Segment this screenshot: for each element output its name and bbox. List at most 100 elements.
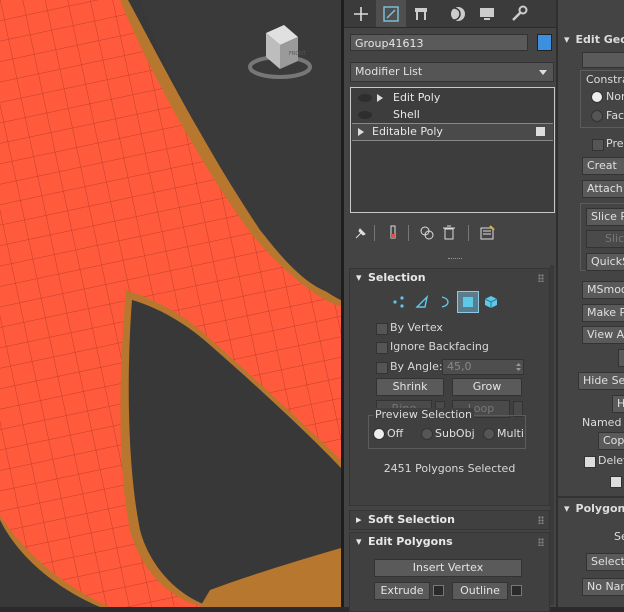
set-id-label: Se bbox=[614, 530, 624, 543]
subobject-mode-bar bbox=[388, 291, 504, 313]
copy-button[interactable]: Copy bbox=[598, 432, 624, 450]
motion-icon[interactable] bbox=[442, 0, 472, 27]
quickslice-button[interactable]: QuickS bbox=[586, 253, 624, 271]
edit-polygons-rollout-header[interactable]: ▾ Edit Polygons bbox=[350, 533, 549, 551]
preview-multi-radio[interactable] bbox=[483, 428, 495, 440]
ignore-backfacing-checkbox[interactable] bbox=[376, 342, 388, 354]
slice-plane-button[interactable]: Slice Pl bbox=[586, 208, 624, 226]
modify-icon[interactable] bbox=[376, 0, 406, 27]
element-icon[interactable] bbox=[480, 291, 502, 313]
full-interactivity-checkbox[interactable] bbox=[610, 476, 622, 488]
spinner-arrows-icon[interactable] bbox=[516, 362, 521, 372]
preview-subobj-radio[interactable] bbox=[421, 428, 433, 440]
utilities-wrench-icon[interactable] bbox=[504, 0, 534, 27]
configure-modifier-sets-icon[interactable] bbox=[478, 224, 496, 242]
perspective-viewport[interactable]: FRONT bbox=[0, 0, 341, 607]
display-icon[interactable] bbox=[472, 0, 502, 27]
by-angle-label: By Angle: bbox=[390, 360, 443, 373]
command-panel: Group41613 Modifier List Edit Poly Shell… bbox=[344, 0, 556, 612]
polygon-section-title[interactable]: ▾Polygon: bbox=[564, 502, 624, 515]
repeat-last-button[interactable] bbox=[582, 52, 624, 68]
chevron-down-icon bbox=[539, 70, 547, 75]
svg-text:FRONT: FRONT bbox=[289, 51, 307, 57]
stack-item-toggle[interactable] bbox=[536, 127, 545, 136]
mesh-render: FRONT bbox=[0, 0, 341, 607]
create-plus-icon[interactable] bbox=[346, 0, 376, 27]
modifier-stack[interactable]: Edit Poly Shell Editable Poly bbox=[350, 87, 555, 213]
by-vertex-checkbox[interactable] bbox=[376, 323, 388, 335]
selection-rollout-header[interactable]: ▾ Selection bbox=[350, 269, 549, 287]
pin-stack-icon[interactable] bbox=[352, 224, 370, 242]
stack-item-shell[interactable]: Shell bbox=[352, 107, 553, 123]
vertex-icon[interactable] bbox=[388, 291, 410, 313]
stack-item-label: Edit Poly bbox=[393, 91, 441, 104]
border-icon[interactable] bbox=[434, 291, 456, 313]
expand-triangle-icon[interactable] bbox=[377, 94, 383, 102]
soft-selection-rollout-header[interactable]: ▸ Soft Selection bbox=[350, 511, 549, 529]
polygon-icon[interactable] bbox=[457, 291, 479, 313]
shrink-button[interactable]: Shrink bbox=[376, 378, 444, 396]
msmooth-button[interactable]: MSmoot bbox=[582, 281, 624, 299]
create-button[interactable]: Creat bbox=[582, 157, 624, 175]
by-angle-checkbox[interactable] bbox=[376, 362, 388, 374]
object-name-input[interactable]: Group41613 bbox=[350, 34, 528, 51]
constraint-none-radio[interactable] bbox=[591, 91, 603, 103]
modifier-list-label: Modifier List bbox=[355, 65, 423, 78]
insert-vertex-button[interactable]: Insert Vertex bbox=[374, 559, 522, 577]
drag-handle-icon[interactable] bbox=[538, 538, 544, 546]
show-end-result-icon[interactable] bbox=[384, 224, 402, 242]
eye-icon[interactable] bbox=[358, 111, 372, 119]
stack-item-label: Shell bbox=[393, 108, 420, 121]
ignore-backfacing-label: Ignore Backfacing bbox=[390, 340, 489, 353]
drag-handle-icon[interactable] bbox=[538, 516, 544, 524]
stack-item-edit-poly[interactable]: Edit Poly bbox=[352, 90, 553, 106]
preview-subobj-label: SubObj bbox=[435, 427, 475, 440]
preview-selection-title: Preview Selection bbox=[373, 408, 475, 421]
remove-modifier-trash-icon[interactable] bbox=[440, 224, 458, 242]
collapse-minus-icon: ▾ bbox=[356, 535, 362, 548]
drag-handle-icon[interactable] bbox=[538, 274, 544, 282]
extrude-button[interactable]: Extrude bbox=[374, 582, 430, 600]
expand-triangle-icon[interactable] bbox=[358, 128, 364, 136]
by-vertex-label: By Vertex bbox=[390, 321, 443, 334]
constraint-none-label: Non bbox=[606, 90, 624, 103]
edit-geometry-title[interactable]: ▾Edit Geom bbox=[564, 33, 624, 46]
make-planar-button[interactable]: Make P bbox=[582, 304, 624, 322]
preserve-uvs-checkbox[interactable] bbox=[592, 139, 604, 151]
stack-toolbar bbox=[350, 222, 554, 244]
preview-off-label: Off bbox=[387, 427, 404, 440]
selection-status-text: 2451 Polygons Selected bbox=[383, 462, 516, 475]
modifier-list-dropdown[interactable]: Modifier List bbox=[350, 62, 554, 82]
preview-multi-label: Multi bbox=[497, 427, 524, 440]
hierarchy-icon[interactable] bbox=[406, 0, 436, 27]
make-unique-icon[interactable] bbox=[418, 224, 436, 242]
slice-button[interactable]: Slice bbox=[586, 230, 624, 248]
grow-button[interactable]: Grow bbox=[452, 378, 522, 396]
panel-scrollbar[interactable] bbox=[550, 265, 554, 605]
material-name-dropdown[interactable]: No Nam bbox=[582, 578, 624, 596]
attach-button[interactable]: Attach bbox=[582, 180, 624, 198]
eye-icon[interactable] bbox=[358, 94, 372, 102]
view-align-button[interactable]: View A bbox=[582, 326, 624, 344]
extrude-settings-icon[interactable] bbox=[433, 585, 444, 596]
hide-unselected-button[interactable]: Hi bbox=[612, 395, 624, 413]
edge-icon[interactable] bbox=[411, 291, 433, 313]
grid-align-button[interactable] bbox=[618, 349, 624, 367]
collapse-minus-icon: ▾ bbox=[356, 271, 362, 284]
constraint-face-label: Fac bbox=[606, 109, 624, 122]
delete-isolated-checkbox[interactable] bbox=[584, 456, 596, 468]
outline-settings-icon[interactable] bbox=[511, 585, 522, 596]
stack-item-editable-poly[interactable]: Editable Poly bbox=[352, 123, 553, 141]
constraint-face-radio[interactable] bbox=[591, 110, 603, 122]
preview-off-radio[interactable] bbox=[373, 428, 385, 440]
outline-button[interactable]: Outline bbox=[452, 582, 508, 600]
rollout-title: Soft Selection bbox=[368, 513, 455, 526]
angle-spinner[interactable]: 45,0 bbox=[442, 359, 524, 375]
rollout-title: Edit Polygons bbox=[368, 535, 453, 548]
hide-selected-button[interactable]: Hide Sele bbox=[578, 372, 624, 390]
select-id-button[interactable]: Select bbox=[586, 553, 624, 571]
angle-value: 45,0 bbox=[447, 360, 472, 373]
panel-grip[interactable] bbox=[448, 258, 462, 262]
selection-rollout: ▾ Selection By Vertex Ignore Backfacing … bbox=[349, 268, 550, 506]
object-color-swatch[interactable] bbox=[537, 34, 552, 51]
